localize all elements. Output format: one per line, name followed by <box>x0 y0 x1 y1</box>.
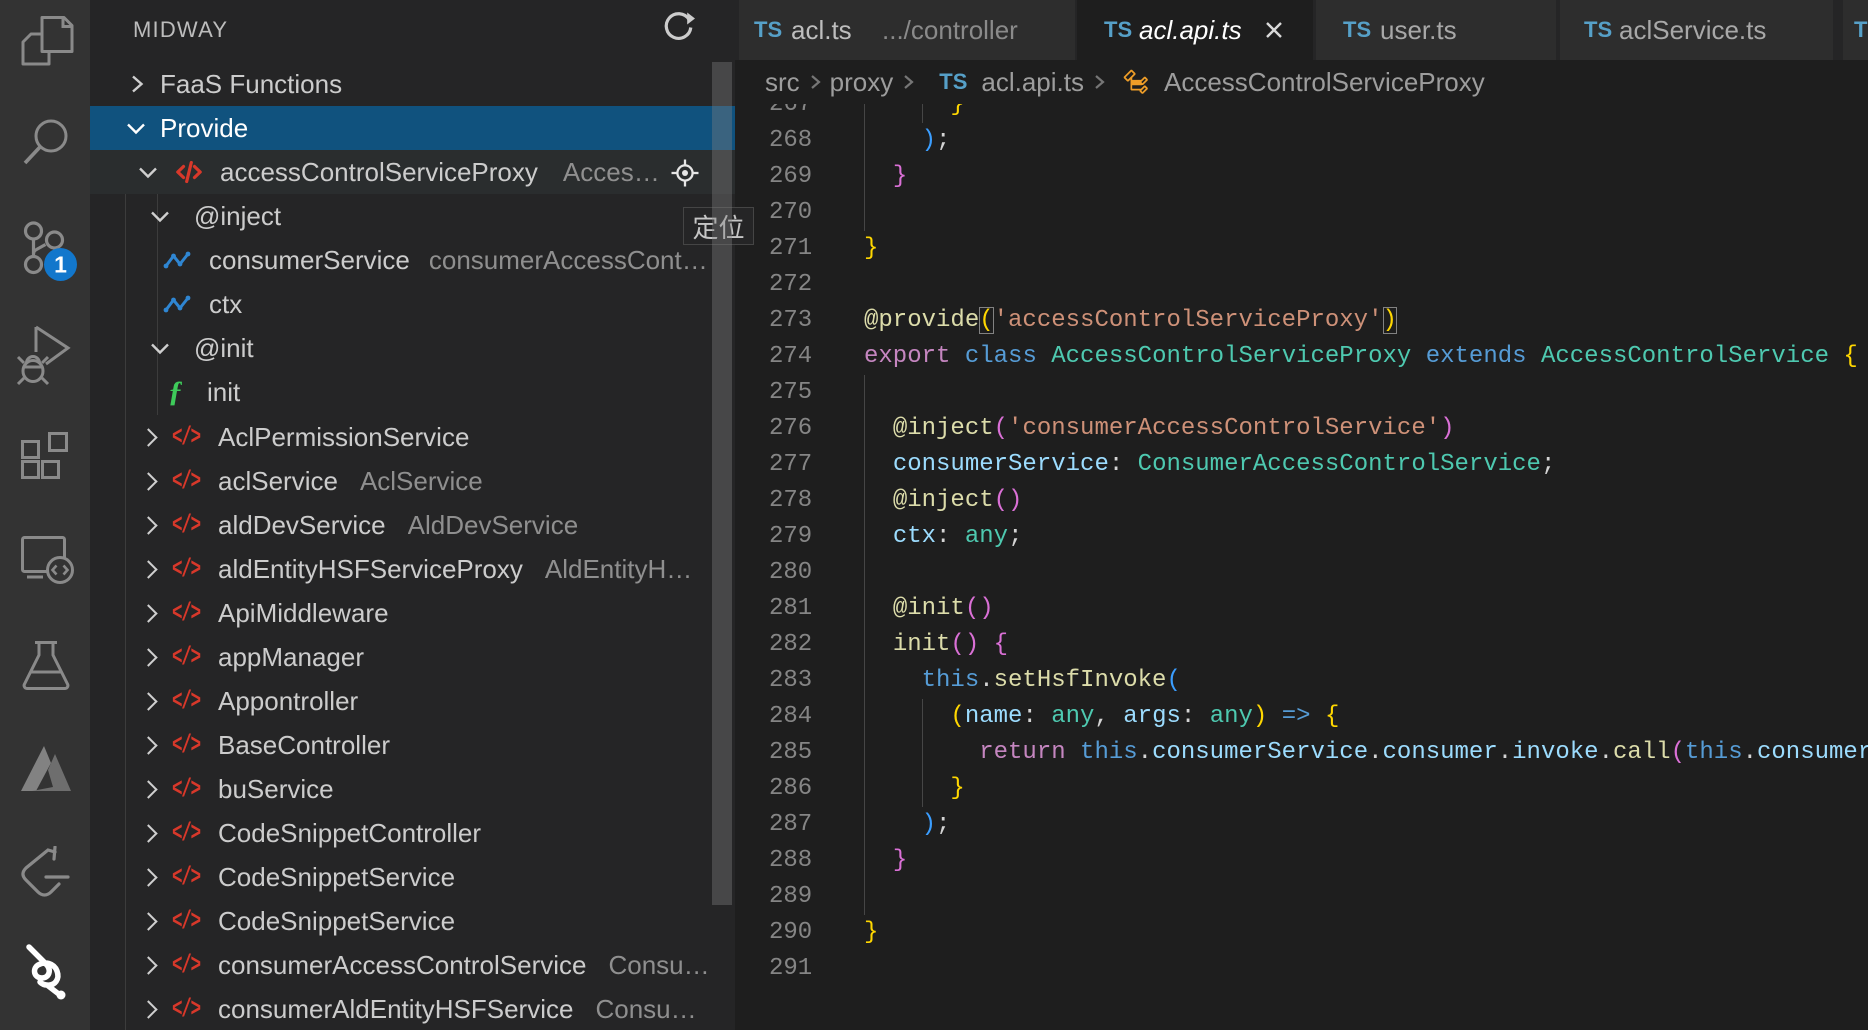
svg-text:1: 1 <box>54 252 67 278</box>
